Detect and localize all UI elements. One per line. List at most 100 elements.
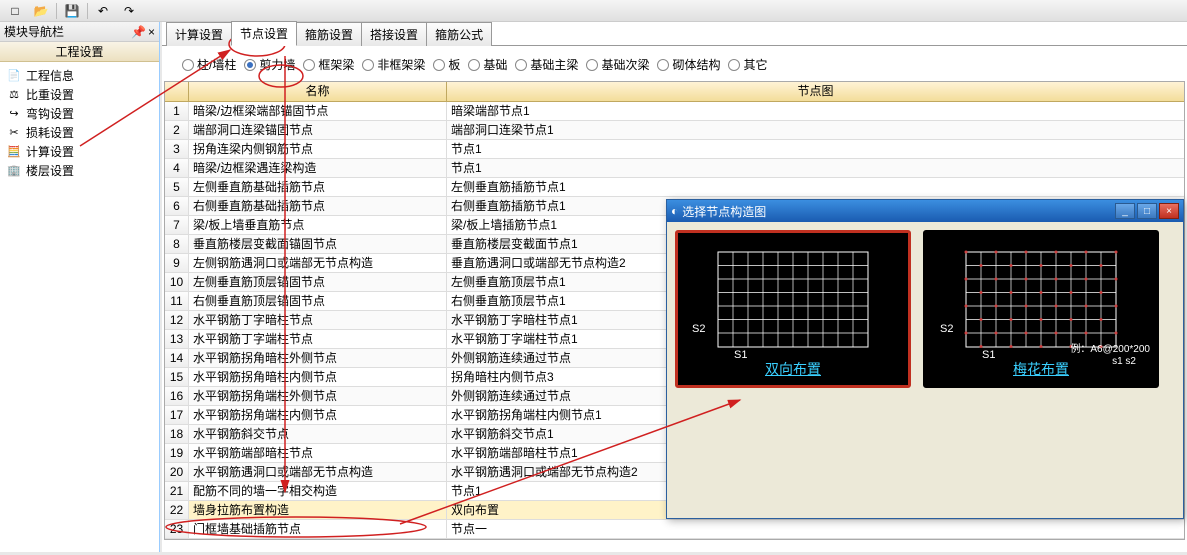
row-node: 节点1 — [447, 159, 1184, 177]
radio-icon — [515, 59, 527, 71]
table-row[interactable]: 2端部洞口连梁锚固节点端部洞口连梁节点1 — [165, 121, 1184, 140]
undo-button[interactable]: ↶ — [92, 1, 114, 21]
radio-label: 砌体结构 — [672, 56, 720, 73]
row-name: 墙身拉筋布置构造 — [189, 501, 447, 519]
tab-1[interactable]: 节点设置 — [231, 21, 297, 46]
select-node-dialog[interactable]: ◐ 选择节点构造图 _ □ × S2S1双向布置S2 S1 例：A6@200*200… — [666, 199, 1184, 519]
row-name: 左侧垂直筋基础插筋节点 — [189, 178, 447, 196]
thumb-label[interactable]: 梅花布置 — [1013, 359, 1069, 379]
tab-2[interactable]: 箍筋设置 — [296, 22, 362, 46]
row-name: 左侧钢筋遇洞口或端部无节点构造 — [189, 254, 447, 272]
row-name: 垂直筋楼层变截面锚固节点 — [189, 235, 447, 253]
close-panel-icon[interactable]: × — [148, 25, 155, 39]
row-name: 水平钢筋拐角端柱外侧节点 — [189, 387, 447, 405]
top-toolbar: □ 📂 💾 ↶ ↷ — [0, 0, 1187, 22]
nav-item-label: 楼层设置 — [26, 162, 74, 179]
save-button[interactable]: 💾 — [61, 1, 83, 21]
row-index: 15 — [165, 368, 189, 386]
separator — [56, 3, 57, 19]
radio-icon — [728, 59, 740, 71]
table-row[interactable]: 3拐角连梁内侧钢筋节点节点1 — [165, 140, 1184, 159]
radio-2[interactable]: 框架梁 — [303, 56, 354, 73]
radio-1[interactable]: 剪力墙 — [244, 56, 295, 73]
s2-label: S2 — [692, 323, 705, 335]
radio-3[interactable]: 非框架梁 — [362, 56, 425, 73]
nav-item-5[interactable]: 🏢楼层设置 — [2, 161, 157, 180]
row-name: 端部洞口连梁锚固节点 — [189, 121, 447, 139]
row-name: 门框墙基础插筋节点 — [189, 520, 447, 538]
nav-item-icon: 🏢 — [6, 163, 22, 179]
table-row[interactable]: 1暗梁/边框梁端部锚固节点暗梁端部节点1 — [165, 102, 1184, 121]
row-name: 拐角连梁内侧钢筋节点 — [189, 140, 447, 158]
nav-item-2[interactable]: ↪弯钩设置 — [2, 104, 157, 123]
s1-label: S1 — [982, 349, 995, 361]
thumb-label[interactable]: 双向布置 — [765, 359, 821, 379]
row-index: 18 — [165, 425, 189, 443]
row-name: 右侧垂直筋顶层锚固节点 — [189, 292, 447, 310]
nav-item-0[interactable]: 📄工程信息 — [2, 66, 157, 85]
dialog-titlebar[interactable]: ◐ 选择节点构造图 _ □ × — [667, 200, 1183, 222]
row-name: 配筋不同的墙一字相交构造 — [189, 482, 447, 500]
row-node: 端部洞口连梁节点1 — [447, 121, 1184, 139]
table-row[interactable]: 5左侧垂直筋基础插筋节点左侧垂直筋插筋节点1 — [165, 178, 1184, 197]
close-button[interactable]: × — [1159, 203, 1179, 219]
row-index: 14 — [165, 349, 189, 367]
row-index: 6 — [165, 197, 189, 215]
redo-button[interactable]: ↷ — [118, 1, 140, 21]
row-node: 左侧垂直筋插筋节点1 — [447, 178, 1184, 196]
radio-label: 剪力墙 — [259, 56, 295, 73]
radio-6[interactable]: 基础主梁 — [515, 56, 578, 73]
row-index: 3 — [165, 140, 189, 158]
radio-0[interactable]: 柱/墙柱 — [182, 56, 236, 73]
radio-5[interactable]: 基础 — [468, 56, 507, 73]
nav-section-header: 工程设置 — [0, 42, 159, 62]
table-row[interactable]: 23门框墙基础插筋节点节点一 — [165, 520, 1184, 539]
row-node: 节点一 — [447, 520, 1184, 538]
nav-item-label: 损耗设置 — [26, 124, 74, 141]
radio-label: 柱/墙柱 — [197, 56, 236, 73]
minimize-button[interactable]: _ — [1115, 203, 1135, 219]
row-node: 暗梁端部节点1 — [447, 102, 1184, 120]
row-name: 左侧垂直筋顶层锚固节点 — [189, 273, 447, 291]
tab-4[interactable]: 箍筋公式 — [426, 22, 492, 46]
radio-8[interactable]: 砌体结构 — [657, 56, 720, 73]
row-index: 11 — [165, 292, 189, 310]
row-name: 水平钢筋拐角暗柱内侧节点 — [189, 368, 447, 386]
nav-item-4[interactable]: 🧮计算设置 — [2, 142, 157, 161]
table-row[interactable]: 4暗梁/边框梁遇连梁构造节点1 — [165, 159, 1184, 178]
nav-item-icon: 🧮 — [6, 144, 22, 160]
app-icon: ◐ — [671, 204, 678, 218]
tab-0[interactable]: 计算设置 — [166, 22, 232, 46]
open-button[interactable]: 📂 — [30, 1, 52, 21]
radio-9[interactable]: 其它 — [728, 56, 767, 73]
nav-item-label: 计算设置 — [26, 143, 74, 160]
row-index: 1 — [165, 102, 189, 120]
radio-icon — [244, 59, 256, 71]
tab-3[interactable]: 搭接设置 — [361, 22, 427, 46]
radio-label: 其它 — [743, 56, 767, 73]
table-head: 名称 节点图 — [165, 82, 1184, 102]
new-button[interactable]: □ — [4, 1, 26, 21]
radio-label: 基础次梁 — [601, 56, 649, 73]
row-index: 19 — [165, 444, 189, 462]
nav-item-1[interactable]: ⚖比重设置 — [2, 85, 157, 104]
radio-4[interactable]: 板 — [433, 56, 460, 73]
row-index: 7 — [165, 216, 189, 234]
radio-label: 基础 — [483, 56, 507, 73]
radio-7[interactable]: 基础次梁 — [586, 56, 649, 73]
nav-item-icon: ⚖ — [6, 87, 22, 103]
row-name: 水平钢筋端部暗柱节点 — [189, 444, 447, 462]
pin-icon[interactable]: 📌 — [131, 25, 146, 39]
nav-list: 📄工程信息⚖比重设置↪弯钩设置✂损耗设置🧮计算设置🏢楼层设置 — [0, 62, 159, 184]
radio-icon — [362, 59, 374, 71]
col-index — [165, 82, 189, 101]
separator — [87, 3, 88, 19]
example-label: 例：A6@200*200 — [1070, 340, 1150, 355]
sub-label: s1 s2 — [1112, 356, 1136, 367]
layout-thumb-0[interactable]: S2S1双向布置 — [675, 230, 911, 388]
maximize-button[interactable]: □ — [1137, 203, 1157, 219]
layout-thumb-1[interactable]: S2S1例：A6@200*200s1 s2梅花布置 — [923, 230, 1159, 388]
nav-item-3[interactable]: ✂损耗设置 — [2, 123, 157, 142]
row-index: 17 — [165, 406, 189, 424]
row-name: 水平钢筋丁字端柱节点 — [189, 330, 447, 348]
